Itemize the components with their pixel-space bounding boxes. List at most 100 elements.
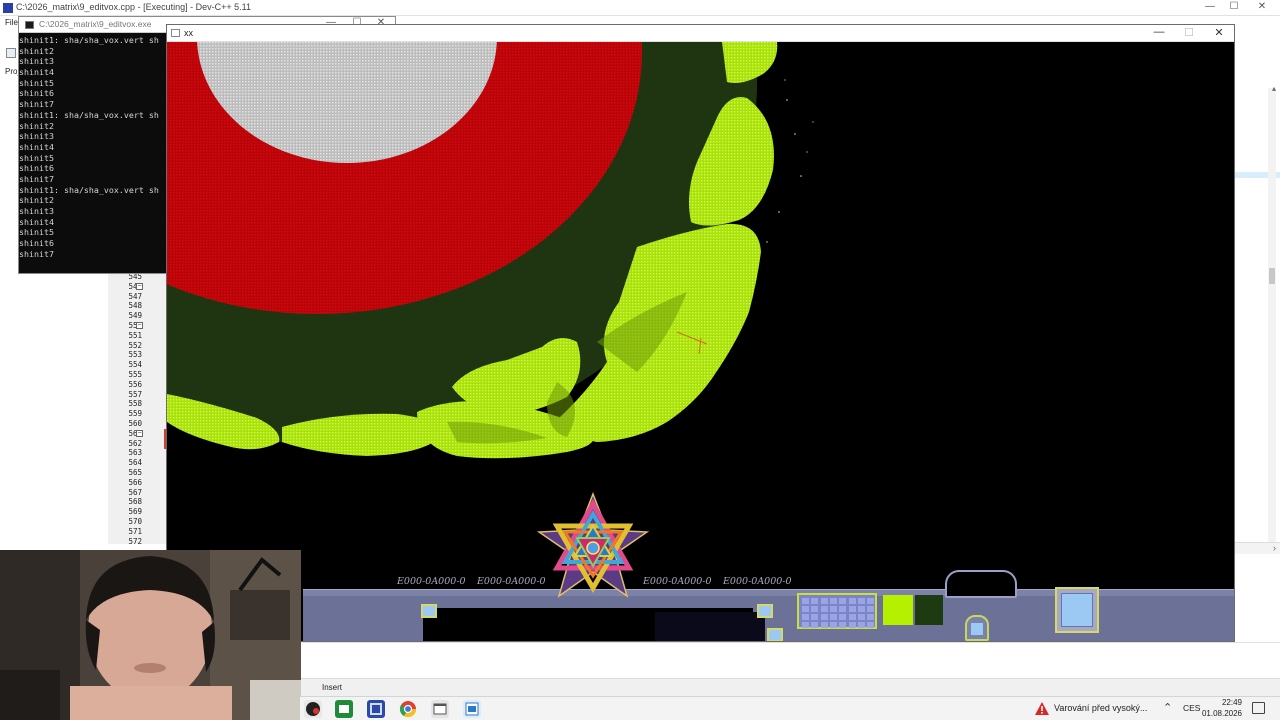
hud-gate-button[interactable] [965,615,989,641]
clock-date[interactable]: 01.08.2026 [1200,709,1242,718]
hud-grid-cell[interactable] [867,622,875,628]
hud-grid-cell[interactable] [857,598,865,604]
console-line: shinit6 [19,238,54,249]
gate-window-icon [971,623,983,635]
readout-4: E000-0A000-0 [723,576,792,587]
notification-icon[interactable] [1252,702,1265,714]
warning-icon[interactable] [1034,701,1050,717]
record-icon[interactable] [304,700,322,718]
hud-grid-cell[interactable] [820,598,828,604]
console-line: shinit4 [19,141,54,152]
console-line: shinit6 [19,163,54,174]
hud-grid-panel[interactable] [797,593,877,629]
hud-grid-cell[interactable] [867,598,875,604]
hud-grid-cell[interactable] [848,598,856,604]
console-line: shinit2 [19,195,54,206]
game-close-button[interactable]: ✕ [1205,26,1233,39]
hud-grid-cell[interactable] [839,614,847,620]
hud-left-button[interactable] [421,604,437,618]
line-number: 563 [128,448,142,458]
terminal-icon[interactable] [335,700,353,718]
toolbar-icon[interactable] [6,48,16,58]
compiler-output-panel [300,642,1280,678]
hud-grid-cell[interactable] [802,598,809,604]
hud-darkgreen-swatch[interactable] [915,595,943,625]
close-button[interactable]: ✕ [1250,1,1274,12]
game-window[interactable]: xx — ☐ ✕ E000-0A000-0 E000-0A000-0 E000-… [166,24,1235,642]
hud-grid-cell[interactable] [802,606,809,612]
vertical-scrollbar[interactable] [1268,88,1276,548]
hud-mini-screen[interactable] [945,570,1017,598]
input-language[interactable]: CES [1183,703,1200,713]
line-number: 570 [128,517,142,526]
editor-icon[interactable] [463,700,481,718]
console-line: shinit6 [19,88,54,99]
hud-grid-cell[interactable] [802,622,809,628]
hud-grid-cell[interactable] [811,614,819,620]
horizontal-scrollbar[interactable]: › [1234,542,1280,554]
fold-toggle-icon[interactable]: − [136,429,143,437]
hud-grid-cell[interactable] [857,614,865,620]
game-viewport[interactable]: E000-0A000-0 E000-0A000-0 E000-0A000-0 E… [167,42,1234,641]
fold-toggle-icon[interactable]: − [136,322,143,329]
hud-grid-cell[interactable] [848,606,856,612]
hud-grid-cell[interactable] [839,606,847,612]
game-minimize-button[interactable]: — [1145,26,1173,38]
hud-grid-cell[interactable] [829,614,837,620]
scrollbar-thumb[interactable] [1269,268,1275,284]
maximize-button[interactable]: ☐ [1222,1,1246,12]
readout-2: E000-0A000-0 [477,576,546,587]
hud-grid-cell[interactable] [820,614,828,620]
clock-time[interactable]: 22:49 [1216,698,1242,707]
hud-grid-cell[interactable] [839,598,847,604]
console-line: shinit3 [19,206,54,216]
hud-grid-cell[interactable] [857,622,865,628]
hud-grid-cell[interactable] [839,622,847,628]
hud-grid-cell[interactable] [829,606,837,612]
tray-chevron-icon[interactable]: ⌃ [1163,701,1172,714]
readout-3: E000-0A000-0 [643,576,712,587]
window-icon[interactable] [431,700,449,718]
console-output: shinit1: sha/sha_vox.vert sh shinit2 shini… [19,35,169,259]
line-number: 560 [128,419,142,428]
hud-lime-swatch[interactable] [883,595,913,625]
hud-grid-cell[interactable] [848,614,856,620]
line-number: 565 [128,468,142,477]
hud-tank-panel[interactable] [1055,587,1099,633]
chrome-icon[interactable] [399,700,417,718]
hud-grid-cell[interactable] [802,614,809,620]
fold-toggle-icon[interactable]: − [136,282,143,290]
scroll-up-icon[interactable]: ▴ [1272,84,1276,93]
hud-grid-cell[interactable] [848,622,856,628]
line-number: 567 [128,487,142,497]
console-line: shinit4 [19,67,54,78]
scroll-right-icon[interactable]: › [1273,543,1276,553]
hud-grid-cell[interactable] [867,606,875,612]
tank-fill [1061,593,1093,627]
hud-grid-cell[interactable] [829,622,837,628]
devcpp-app-icon [3,3,13,13]
hud-grid-cell[interactable] [811,622,819,628]
game-window-icon [171,29,180,37]
console-line: shinit5 [19,227,54,238]
hud-grid-cell[interactable] [820,606,828,612]
minimize-button[interactable]: — [1198,1,1222,12]
hud-mid-button-1[interactable] [757,604,773,618]
weather-warning-text[interactable]: Varování před vysoký... [1054,703,1147,713]
line-number: 549 [128,311,142,321]
hud-grid-cell[interactable] [811,606,819,612]
hud-grid-cell[interactable] [811,598,819,604]
hud-mid-button-2[interactable] [767,628,783,641]
console-line: shinit5 [19,152,54,163]
game-maximize-button[interactable]: ☐ [1175,26,1203,39]
devcpp-icon[interactable] [367,700,385,718]
hud-grid-cell[interactable] [829,598,837,604]
hud-grid-cell[interactable] [857,606,865,612]
hud-grid-cell[interactable] [820,622,828,628]
line-number: 559 [128,409,142,419]
hud-grid-cell[interactable] [867,614,875,620]
menu-file[interactable]: File [5,18,18,27]
console-line: shinit3 [19,56,54,67]
console-line: shinit3 [19,131,54,142]
line-number: 562 [128,438,142,448]
